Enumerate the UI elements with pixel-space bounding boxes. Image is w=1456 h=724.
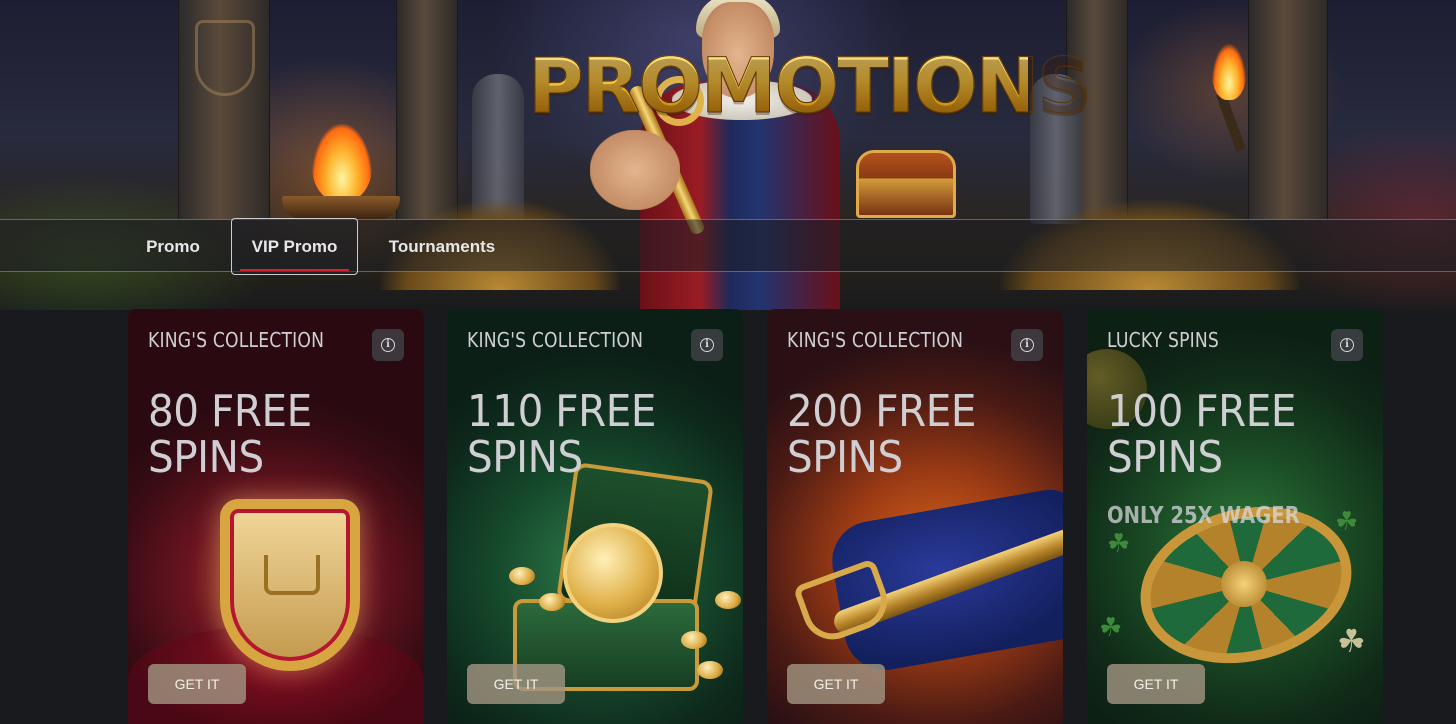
carved-crest bbox=[195, 20, 255, 96]
page-title: PROMOTIONS bbox=[528, 38, 1093, 134]
offer-line-2: SPINS bbox=[787, 432, 903, 483]
offer-line-1: 110 FREE bbox=[467, 386, 657, 437]
tab-tournaments[interactable]: Tournaments bbox=[382, 220, 502, 273]
card-offer: 100 FREE SPINS bbox=[1107, 389, 1296, 481]
info-button[interactable]: i bbox=[1011, 329, 1043, 361]
torch bbox=[1216, 92, 1246, 152]
get-it-button[interactable]: GET IT bbox=[467, 664, 565, 704]
card-category: LUCKY SPINS bbox=[1107, 328, 1220, 352]
info-button[interactable]: i bbox=[1331, 329, 1363, 361]
offer-line-1: 200 FREE bbox=[787, 386, 977, 437]
promo-card[interactable]: KING'S COLLECTION i 80 FREE SPINS GET IT bbox=[128, 309, 424, 724]
card-category: KING'S COLLECTION bbox=[467, 328, 644, 352]
clover-icon: ☘ bbox=[1107, 529, 1131, 559]
gold-coin-small bbox=[681, 631, 707, 649]
gold-coin-small bbox=[509, 567, 535, 585]
get-it-button[interactable]: GET IT bbox=[1107, 664, 1205, 704]
tab-promo[interactable]: Promo bbox=[138, 220, 208, 273]
gold-coin-small bbox=[715, 591, 741, 609]
info-icon: i bbox=[1020, 338, 1034, 352]
stone-pillar bbox=[396, 0, 458, 220]
offer-line-2: SPINS bbox=[1107, 432, 1223, 483]
card-offer: 200 FREE SPINS bbox=[787, 389, 976, 481]
get-it-button[interactable]: GET IT bbox=[787, 664, 885, 704]
promo-card[interactable]: ☘ ☘ ☘ ☘ LUCKY SPINS i 100 FREE SPINS ONL… bbox=[1087, 309, 1383, 724]
torch-fire bbox=[1212, 44, 1246, 100]
info-icon: i bbox=[1340, 338, 1354, 352]
wager-note: ONLY 25X WAGER bbox=[1107, 503, 1300, 529]
card-category: KING'S COLLECTION bbox=[148, 328, 325, 352]
promo-card[interactable]: KING'S COLLECTION i 110 FREE SPINS GET I… bbox=[447, 309, 743, 724]
offer-line-1: 100 FREE bbox=[1107, 386, 1297, 437]
info-button[interactable]: i bbox=[691, 329, 723, 361]
offer-line-2: SPINS bbox=[148, 432, 264, 483]
info-icon: i bbox=[700, 338, 714, 352]
clover-icon: ☘ bbox=[1099, 613, 1123, 643]
gold-coin-small bbox=[539, 593, 565, 611]
info-button[interactable]: i bbox=[372, 329, 404, 361]
card-offer: 110 FREE SPINS bbox=[467, 389, 656, 481]
card-category: KING'S COLLECTION bbox=[787, 328, 964, 352]
tab-vip-promo[interactable]: VIP Promo bbox=[231, 218, 358, 275]
info-icon: i bbox=[381, 338, 395, 352]
offer-line-2: SPINS bbox=[467, 432, 583, 483]
stone-pillar bbox=[178, 0, 270, 220]
stone-pillar bbox=[1248, 0, 1328, 220]
treasure-chest bbox=[856, 150, 956, 218]
promo-tabs: Promo VIP Promo Tournaments bbox=[0, 218, 1456, 275]
gold-coin-small bbox=[697, 661, 723, 679]
clover-icon: ☘ bbox=[1335, 507, 1359, 537]
king-hand bbox=[590, 130, 680, 210]
promo-card[interactable]: KING'S COLLECTION i 200 FREE SPINS GET I… bbox=[767, 309, 1063, 724]
crown-emblem bbox=[264, 555, 320, 595]
card-offer: 80 FREE SPINS bbox=[148, 389, 312, 481]
gold-coin bbox=[563, 523, 663, 623]
get-it-button[interactable]: GET IT bbox=[148, 664, 246, 704]
clover-icon: ☘ bbox=[1337, 622, 1366, 660]
brazier-fire bbox=[312, 124, 372, 202]
offer-line-1: 80 FREE bbox=[148, 386, 312, 437]
wheel-hub bbox=[1221, 561, 1267, 607]
